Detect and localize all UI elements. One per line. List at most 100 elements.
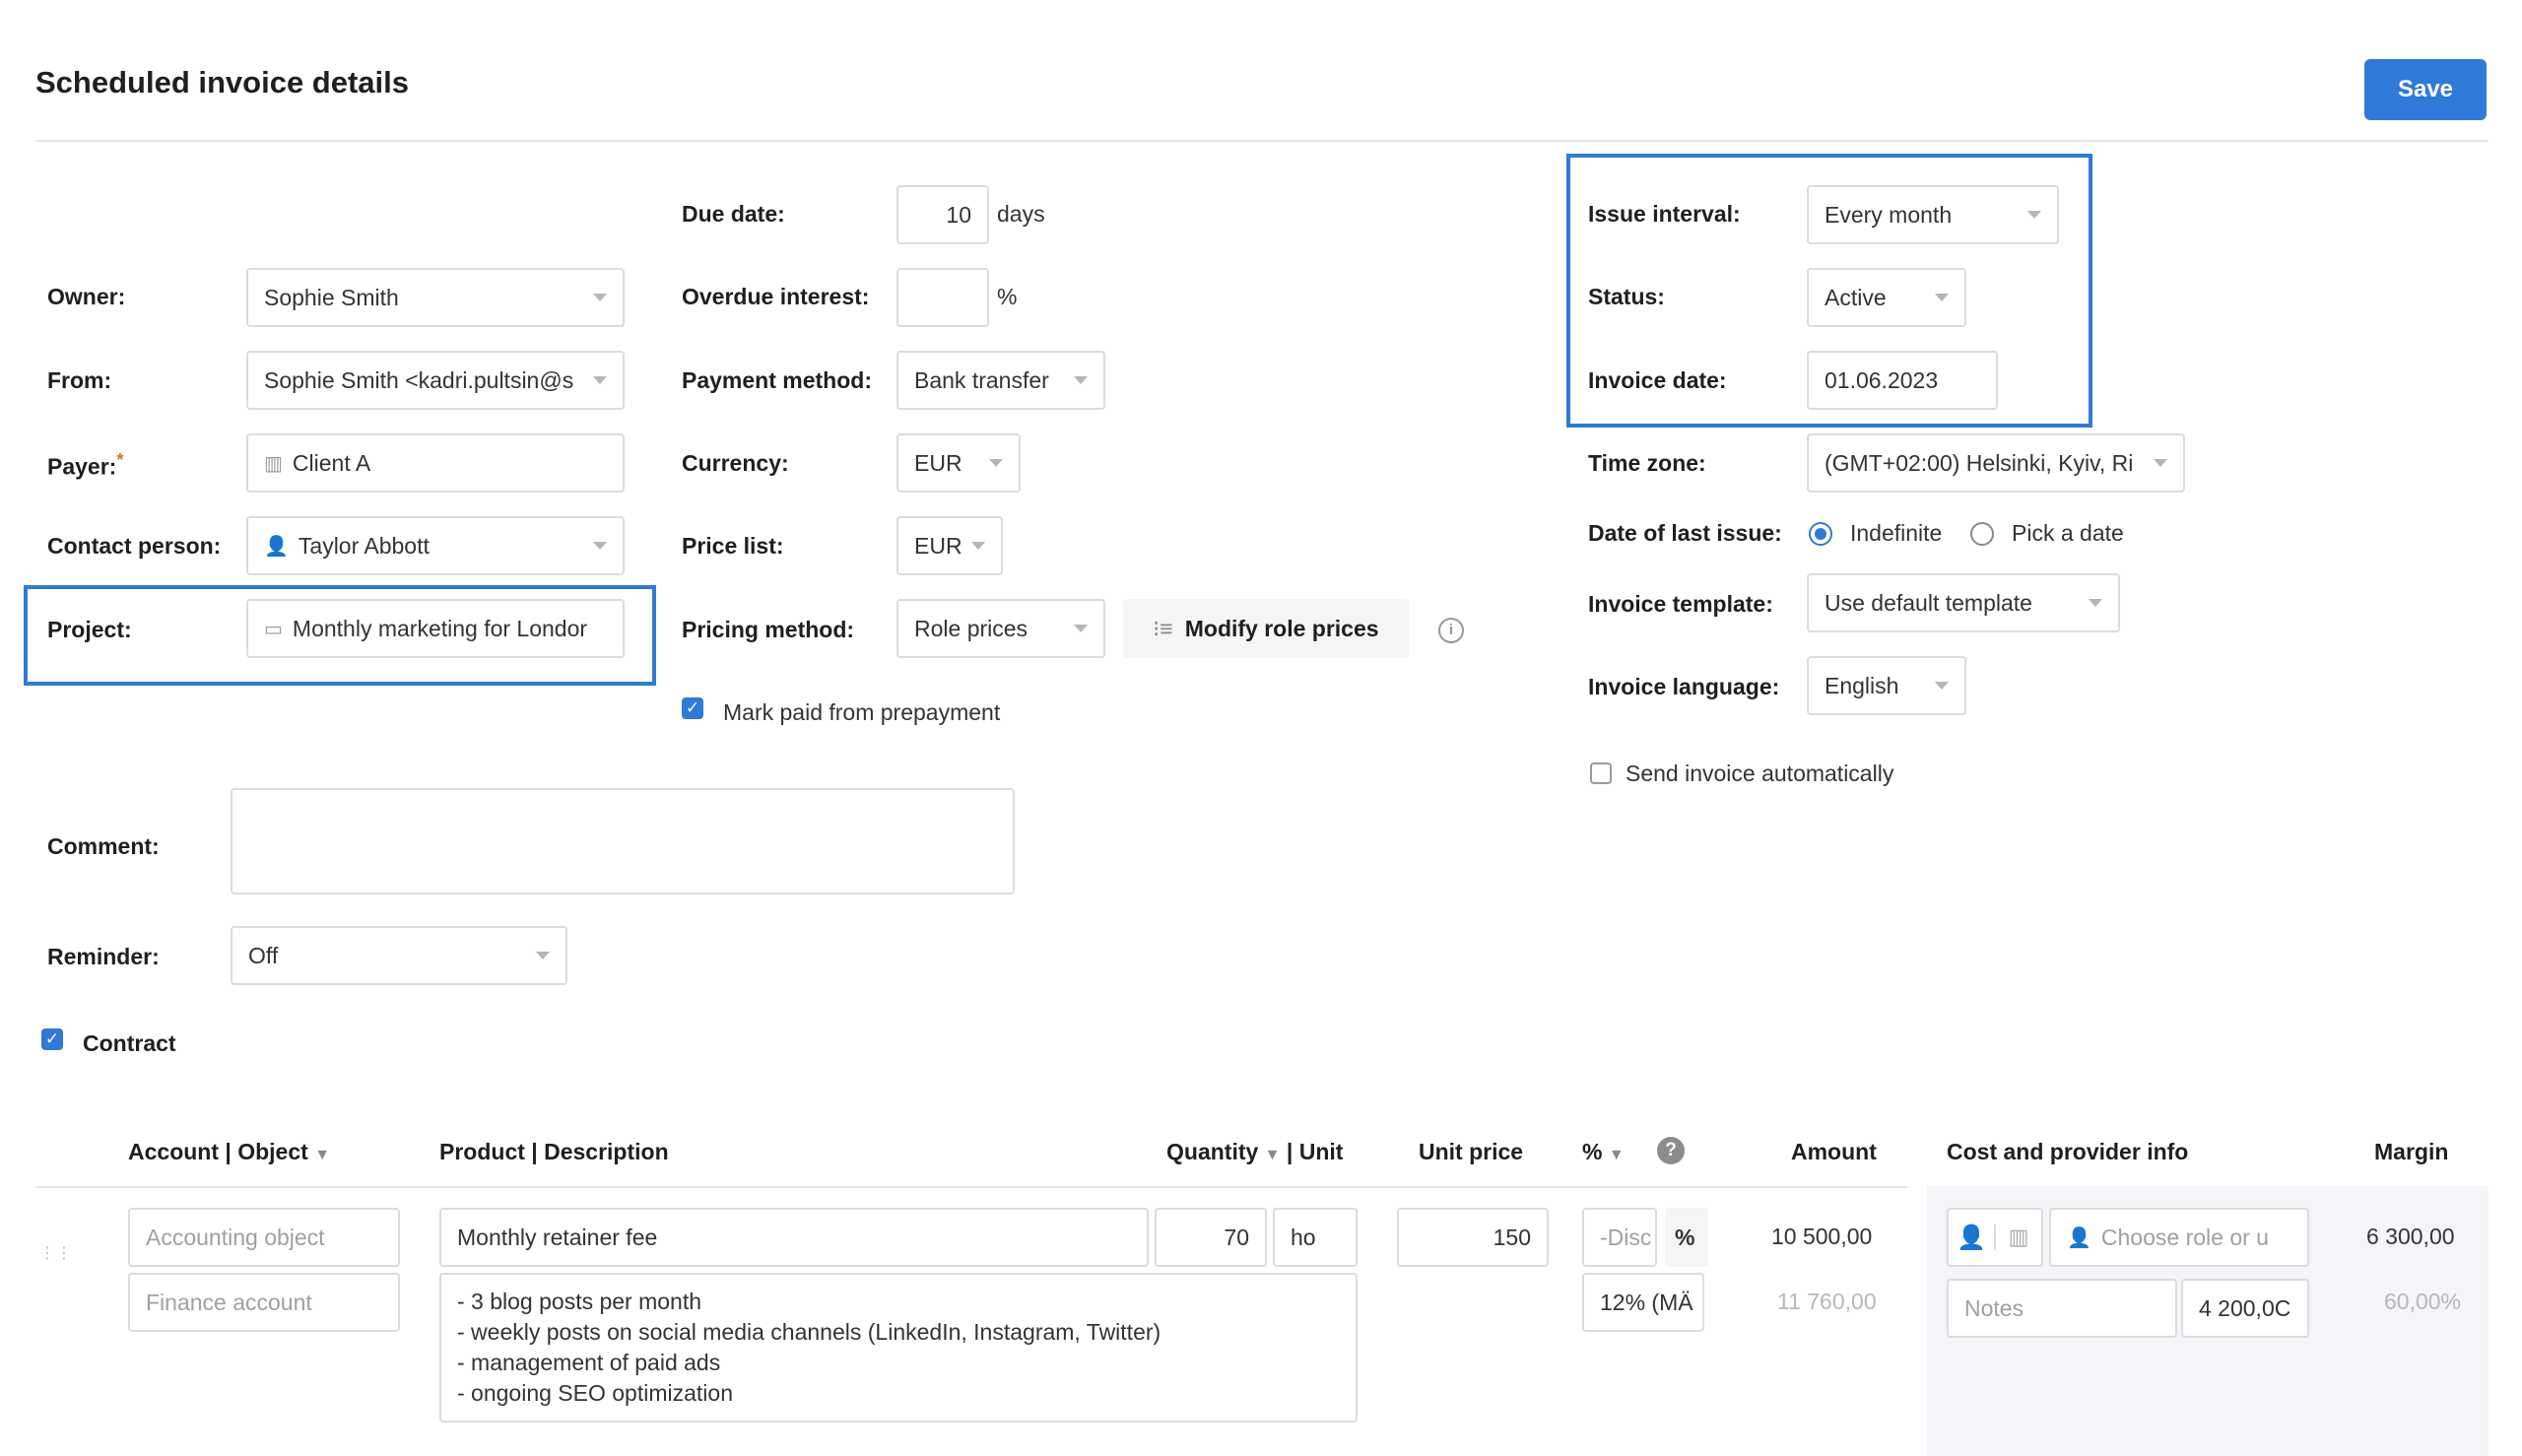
- currency-select[interactable]: EUR: [896, 433, 1021, 493]
- col-margin: Margin: [2374, 1139, 2449, 1164]
- list-edit-icon: ⁝≡: [1153, 615, 1173, 641]
- contact-label: Contact person:: [47, 533, 222, 559]
- chevron-down-icon: [2027, 211, 2041, 219]
- help-icon[interactable]: ?: [1657, 1137, 1685, 1164]
- reminder-select[interactable]: Off: [231, 926, 567, 985]
- vat-select[interactable]: 12% (MÄ: [1582, 1273, 1704, 1332]
- col-unit-price: Unit price: [1419, 1139, 1524, 1164]
- currency-label: Currency:: [682, 450, 789, 476]
- chevron-down-icon: [1935, 682, 1949, 690]
- from-select[interactable]: Sophie Smith <kadri.pultsin@s: [246, 351, 625, 410]
- pick-date-label: Pick a date: [2012, 520, 2124, 546]
- description-input[interactable]: - 3 blog posts per month - weekly posts …: [439, 1273, 1358, 1423]
- provider-type-toggle[interactable]: 👤 ▥: [1947, 1208, 2043, 1267]
- discount-input[interactable]: -Disc: [1582, 1208, 1657, 1267]
- send-auto-label: Send invoice automatically: [1626, 761, 1894, 786]
- send-auto-checkbox[interactable]: [1590, 762, 1612, 784]
- payment-label: Payment method:: [682, 367, 872, 393]
- from-label: From:: [47, 367, 112, 393]
- user-icon: 👤: [2067, 1226, 2091, 1249]
- contract-label: Contract: [83, 1030, 176, 1056]
- product-input[interactable]: Monthly retainer fee: [439, 1208, 1149, 1267]
- sort-caret-icon: ▼: [1264, 1147, 1281, 1163]
- col-amount: Amount: [1791, 1139, 1877, 1164]
- discount-type-toggle[interactable]: %: [1665, 1208, 1708, 1267]
- col-account-object[interactable]: Account | Object ▼: [128, 1139, 330, 1165]
- drag-handle-icon[interactable]: ⋮⋮: [39, 1243, 73, 1263]
- comment-label: Comment:: [47, 833, 160, 859]
- reminder-label: Reminder:: [47, 944, 160, 969]
- header-divider: [35, 140, 2489, 142]
- chevron-down-icon: [2089, 599, 2102, 607]
- col-cost-provider: Cost and provider info: [1947, 1139, 2189, 1164]
- language-label: Invoice language:: [1588, 674, 1780, 699]
- unit-input[interactable]: ho: [1273, 1208, 1358, 1267]
- owner-select[interactable]: Sophie Smith: [246, 268, 625, 327]
- sort-caret-icon: ▼: [314, 1147, 331, 1163]
- timezone-select[interactable]: (GMT+02:00) Helsinki, Kyiv, Ri: [1807, 433, 2185, 493]
- status-select[interactable]: Active: [1807, 268, 1966, 327]
- chevron-down-icon: [536, 952, 550, 960]
- comment-input[interactable]: [231, 788, 1015, 894]
- timezone-label: Time zone:: [1588, 450, 1706, 476]
- quantity-input[interactable]: 70: [1155, 1208, 1267, 1267]
- status-label: Status:: [1588, 284, 1665, 309]
- project-field[interactable]: ▭ Monthly marketing for Londor: [246, 599, 625, 658]
- info-icon[interactable]: i: [1438, 618, 1464, 643]
- chevron-down-icon: [2154, 459, 2167, 467]
- mark-paid-label: Mark paid from prepayment: [723, 699, 1001, 725]
- cost-input[interactable]: 4 200,0C: [2181, 1279, 2309, 1338]
- overdue-input[interactable]: [896, 268, 989, 327]
- amount-value: 10 500,00: [1771, 1224, 1873, 1249]
- role-select[interactable]: 👤 Choose role or u: [2049, 1208, 2309, 1267]
- unit-price-input[interactable]: 150: [1397, 1208, 1549, 1267]
- chevron-down-icon: [593, 542, 607, 550]
- language-select[interactable]: English: [1807, 656, 1966, 715]
- accounting-object-input[interactable]: Accounting object: [128, 1208, 400, 1267]
- margin-value: 6 300,00: [2366, 1224, 2455, 1249]
- invoice-date-label: Invoice date:: [1588, 367, 1727, 393]
- pricelist-label: Price list:: [682, 533, 784, 559]
- col-percent[interactable]: % ▼: [1582, 1139, 1625, 1165]
- chevron-down-icon: [971, 542, 985, 550]
- margin-percent: 60,00%: [2384, 1289, 2462, 1314]
- pricelist-select[interactable]: EUR: [896, 516, 1003, 575]
- col-quantity-unit[interactable]: Quantity ▼ | Unit: [1166, 1139, 1343, 1165]
- finance-account-input[interactable]: Finance account: [128, 1273, 400, 1332]
- pricing-label: Pricing method:: [682, 617, 855, 642]
- pricing-select[interactable]: Role prices: [896, 599, 1105, 658]
- contact-select[interactable]: 👤 Taylor Abbott: [246, 516, 625, 575]
- indefinite-label: Indefinite: [1850, 520, 1943, 546]
- payer-label: Payer:*: [47, 450, 124, 480]
- issue-interval-select[interactable]: Every month: [1807, 185, 2059, 244]
- invoice-date-input[interactable]: 01.06.2023: [1807, 351, 1998, 410]
- chevron-down-icon: [1074, 376, 1088, 384]
- due-date-label: Due date:: [682, 201, 785, 227]
- building-icon: ▥: [264, 452, 283, 475]
- person-icon[interactable]: 👤: [1949, 1224, 1994, 1252]
- save-button[interactable]: Save: [2364, 59, 2487, 120]
- modify-role-prices-button[interactable]: ⁝≡ Modify role prices: [1123, 599, 1409, 658]
- payer-field[interactable]: ▥ Client A: [246, 433, 625, 493]
- chevron-down-icon: [1935, 294, 1949, 301]
- chevron-down-icon: [1074, 625, 1088, 632]
- issue-interval-label: Issue interval:: [1588, 201, 1741, 227]
- company-icon[interactable]: ▥: [1994, 1224, 2041, 1250]
- table-header-divider: [35, 1186, 1907, 1188]
- template-select[interactable]: Use default template: [1807, 573, 2120, 632]
- user-icon: 👤: [264, 535, 289, 558]
- col-product-description: Product | Description: [439, 1139, 669, 1164]
- notes-input[interactable]: Notes: [1947, 1279, 2177, 1338]
- payment-select[interactable]: Bank transfer: [896, 351, 1105, 410]
- owner-label: Owner:: [47, 284, 126, 309]
- pick-date-radio[interactable]: [1970, 522, 1994, 546]
- chevron-down-icon: [989, 459, 1003, 467]
- last-issue-label: Date of last issue:: [1588, 520, 1782, 546]
- contract-checkbox[interactable]: ✓: [41, 1028, 63, 1050]
- mark-paid-checkbox[interactable]: ✓: [682, 697, 703, 719]
- chevron-down-icon: [593, 376, 607, 384]
- due-date-input[interactable]: 10: [896, 185, 989, 244]
- amount-with-vat: 11 760,00: [1777, 1289, 1877, 1314]
- required-marker: *: [116, 450, 124, 470]
- indefinite-radio[interactable]: [1809, 522, 1832, 546]
